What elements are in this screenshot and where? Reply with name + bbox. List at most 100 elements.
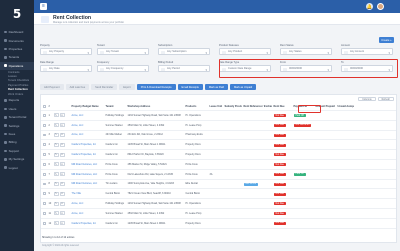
cell-property[interactable]: The Villa [70,192,104,195]
edit-icon[interactable]: ✎ [53,201,59,206]
table-row[interactable]: 4 ✎ ▾ Castle's Properties, Inc Castle's Inn 1… [41,140,396,151]
action-email-receipts-button[interactable]: Email Receipts [177,84,203,90]
table-row[interactable]: 8 ✎ ▾ Mill Road Ventures, LLC Tim Lazaro 1000… [41,180,396,190]
select-all-checkbox[interactable] [43,105,47,108]
more-icon[interactable]: ▾ [59,142,65,147]
sidebar-item-support[interactable]: Support [0,147,34,155]
table-row[interactable]: 2 ✎ ▾ Acme, LLC Summer Market 4532 Main St, L… [41,121,396,131]
edit-icon[interactable]: ✎ [53,113,59,118]
user-avatar[interactable] [377,3,384,10]
row-checkbox[interactable] [43,123,47,127]
sidebar-item-fees[interactable]: Fees [0,130,34,138]
refresh-button[interactable]: Refresh [377,96,394,102]
app-logo[interactable]: 5 [0,0,34,28]
cell-property[interactable]: Acme, LLC [70,133,104,136]
edit-icon[interactable]: ✎ [53,221,59,226]
edit-icon[interactable]: ✎ [53,123,59,128]
row-checkbox[interactable] [43,114,47,117]
sidebar-item-tenants[interactable]: Tenants [0,53,34,61]
more-icon[interactable]: ▾ [59,123,65,128]
action-export-button[interactable]: Export [119,84,135,90]
edit-icon[interactable]: ✎ [53,142,59,147]
table-row[interactable]: 5 ✎ ▾ Castle's Properties, Inc Castle's Inn 8… [41,150,396,160]
action-print-download-receipts-button[interactable]: Print & Download Receipts [136,84,176,90]
table-row[interactable]: 7 ✎ ▾ Mill Road Ventures, LLC Pizza Crew 6121… [41,170,396,180]
row-checkbox[interactable] [43,153,47,156]
more-icon[interactable]: ▾ [59,152,65,157]
filter-input[interactable]: Any Tenant ▾ [97,48,149,56]
sidebar-item-users[interactable]: Users [0,105,34,113]
sidebar-item-reports[interactable]: Reports [0,96,34,104]
cell-property[interactable]: Mill Road Ventures, LLC [70,173,104,176]
sidebar-item-tenant-portal[interactable]: Tenant Portal [0,113,34,121]
cell-property[interactable]: Castle's Properties, Inc [70,153,104,156]
sidebar-item-documents[interactable]: Documents [0,36,34,44]
filter-input[interactable]: Any Amount ▾ [341,48,393,56]
sidebar-item-logout[interactable]: Logout [0,163,34,171]
more-icon[interactable]: ▾ [59,181,65,186]
sidebar-item-operations[interactable]: Operations [0,61,34,70]
table-row[interactable]: 11 ✎ ▾ Acme, LLC Summer Market 4532 Main St, … [41,209,396,219]
action-add-late-fee-button[interactable]: Add Late Fee [65,84,90,90]
table-row[interactable]: 3 ✎ ▾ Acme, LLC 4th Mile Market 234 Elm Rd, O… [41,131,396,141]
filter-input[interactable]: Any Property ▾ [40,48,92,56]
create-button[interactable]: Create + [379,37,394,43]
more-icon[interactable]: ▾ [59,162,65,167]
table-row[interactable]: 9 ✎ ▾ The Villa Central Bistro 7821 Ocean Vie… [41,189,396,200]
action-send-reminder-button[interactable]: Send Reminder [91,84,118,90]
row-checkbox[interactable] [43,182,47,186]
more-icon[interactable]: ▾ [59,221,65,226]
cell-property[interactable]: Acme, LLC [70,124,104,127]
more-icon[interactable]: ▾ [59,172,65,177]
more-icon[interactable]: ▾ [59,191,65,196]
sidebar-item-my-settings[interactable]: My Settings [0,155,34,163]
row-checkbox[interactable] [43,172,47,176]
row-checkbox[interactable] [43,221,47,225]
more-icon[interactable]: ▾ [59,211,65,216]
menu-toggle-icon[interactable]: ≡ [40,3,47,10]
more-icon[interactable]: ▾ [59,201,65,206]
filter-input[interactable]: Any Product ▾ [219,48,271,56]
more-icon[interactable]: ▾ [59,113,65,118]
cell-property[interactable]: Castle's Properties, Inc [70,222,104,225]
table-row[interactable]: 1 ✎ ▾ Acme, LLC Holliday Holdings 1234 Sunset… [41,111,396,121]
cell-tenant: Castle's Inn [105,221,118,225]
cell-property[interactable]: Acme, LLC [70,202,104,205]
cell-property[interactable]: Mill Road Ventures, LLC [70,182,104,185]
sidebar-item-billing[interactable]: Billing [0,138,34,146]
filter-input[interactable]: Any Subscription ▾ [158,48,210,56]
table-row[interactable]: 6 ✎ ▾ Mill Road Ventures, LLC Pizza Crew 456 … [41,160,396,170]
edit-icon[interactable]: ✎ [53,191,59,196]
cell-property[interactable]: Acme, LLC [70,212,104,215]
action-mark-as-unpaid-button[interactable]: Mark as Unpaid [230,84,257,90]
row-checkbox[interactable] [43,211,47,215]
cell-property[interactable]: Castle's Properties, Inc [70,143,104,146]
edit-icon[interactable]: ✎ [53,211,59,216]
edit-icon[interactable]: ✎ [53,132,59,137]
sidebar-item-settings[interactable]: Settings [0,121,34,129]
sidebar-item-dashboard[interactable]: Dashboard [0,28,34,36]
notification-bell-icon[interactable]: 🔔 [366,3,373,10]
row-checkbox[interactable] [43,202,47,205]
filter-input[interactable]: Any Frequency ▾ [97,65,149,73]
edit-icon[interactable]: ✎ [53,181,59,186]
row-checkbox[interactable] [43,143,47,147]
columns-button[interactable]: Columns [358,96,376,102]
action-mark-as-paid-button[interactable]: Mark as Paid [204,84,228,90]
row-checkbox[interactable] [43,133,47,137]
row-checkbox[interactable] [43,162,47,166]
edit-icon[interactable]: ✎ [53,162,59,167]
filter-input[interactable]: Any Period ▾ [158,65,210,73]
cell-property[interactable]: Mill Road Ventures, LLC [70,163,104,166]
action-add-payment-button[interactable]: Add Payment [40,84,64,90]
edit-icon[interactable]: ✎ [53,172,59,177]
edit-icon[interactable]: ✎ [53,152,59,157]
more-icon[interactable]: ▾ [59,132,65,137]
cell-property[interactable]: Acme, LLC [70,114,104,117]
filter-input[interactable]: Any Status ▾ [280,48,332,56]
filter-input[interactable]: Any Date ▾ [40,65,92,73]
row-checkbox[interactable] [43,192,47,196]
sidebar-item-properties[interactable]: Properties [0,45,34,53]
table-row[interactable]: 10 ✎ ▾ Acme, LLC Holliday Holdings 1234 Sunse… [41,199,396,209]
table-row[interactable]: 12 ✎ ▾ Castle's Properties, Inc Castle's Inn… [41,219,396,229]
